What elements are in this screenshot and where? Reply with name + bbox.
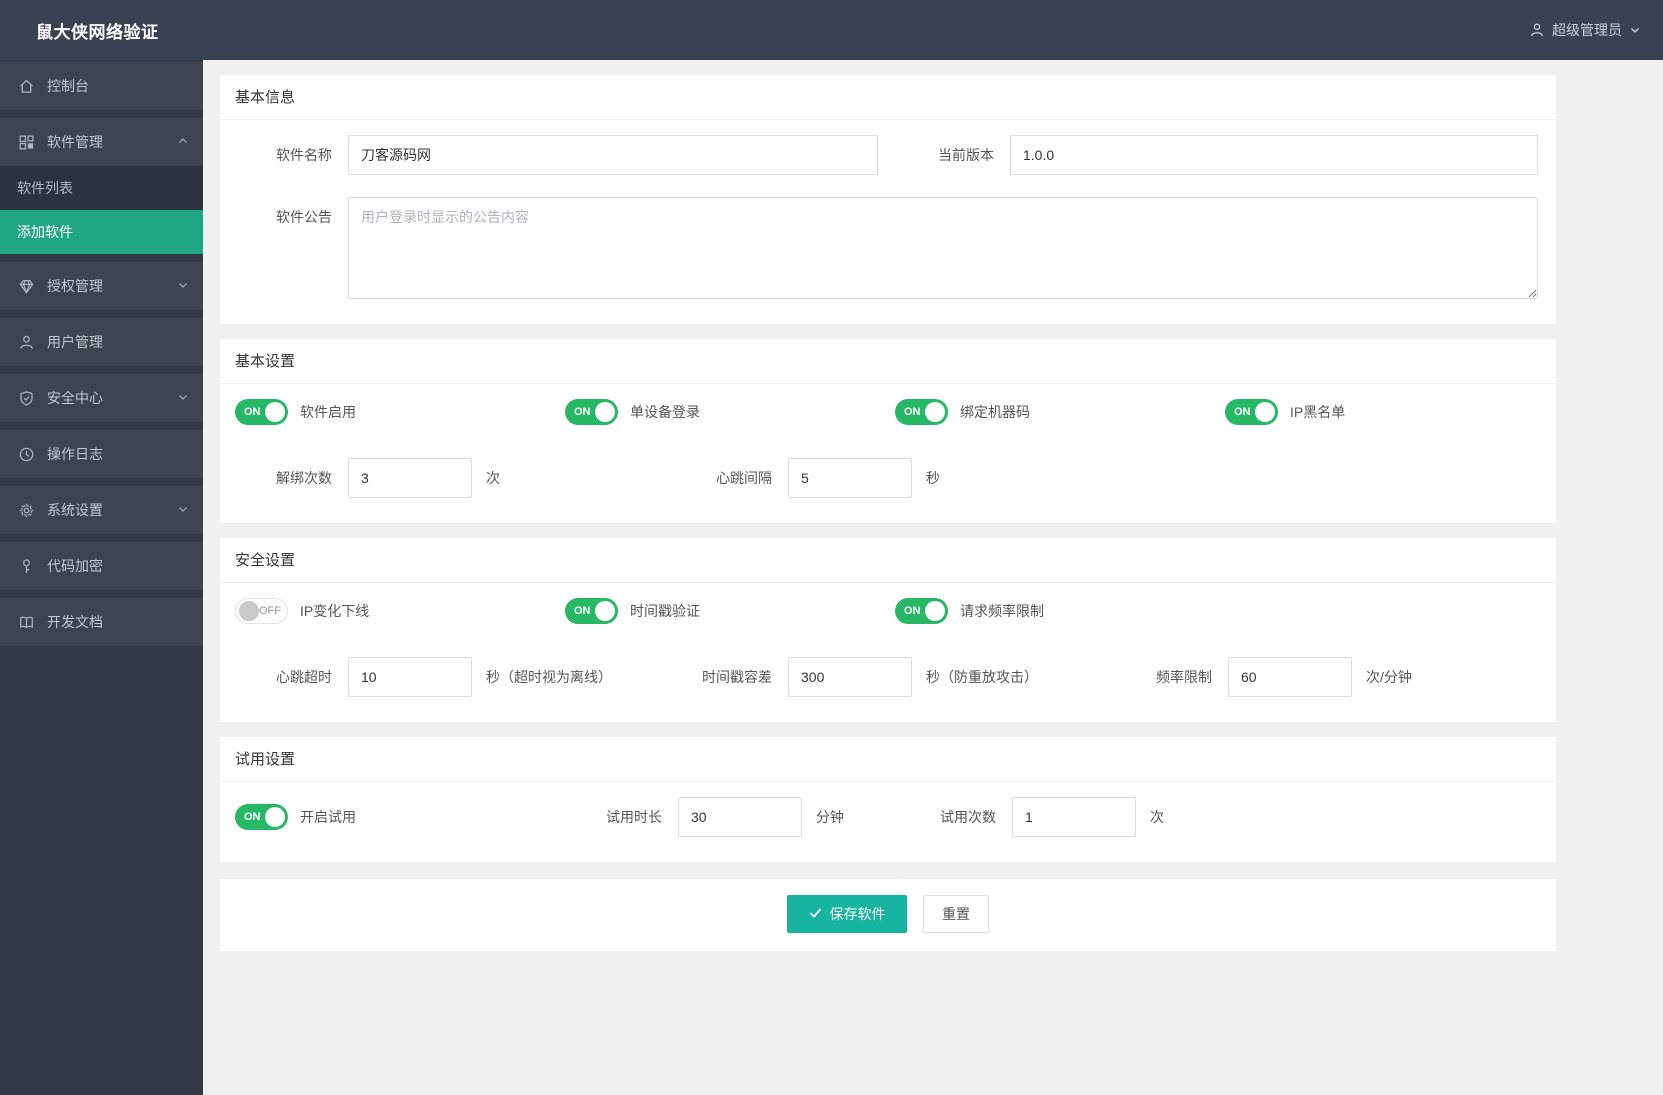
grid-icon bbox=[18, 134, 35, 151]
rate-limit-input[interactable] bbox=[1228, 657, 1352, 697]
toggle-timestamp-verify[interactable]: ON bbox=[565, 598, 618, 624]
toggle-trial-enabled[interactable]: ON bbox=[235, 804, 288, 830]
sidebar-item-license-manage[interactable]: 授权管理 bbox=[0, 262, 203, 310]
user-name: 超级管理员 bbox=[1552, 22, 1622, 38]
user-icon bbox=[18, 334, 35, 351]
current-version-label: 当前版本 bbox=[938, 147, 994, 163]
section-title: 试用设置 bbox=[220, 737, 1556, 782]
heartbeat-timeout-input[interactable] bbox=[348, 657, 472, 697]
clock-icon bbox=[18, 446, 35, 463]
heartbeat-timeout-suffix: 秒（超时视为离线） bbox=[486, 669, 612, 685]
sidebar-item-label: 开发文档 bbox=[47, 614, 103, 630]
sidebar-item-label: 代码加密 bbox=[47, 558, 103, 574]
basic-info-card: 基本信息 软件名称 当前版本 软件公告 bbox=[220, 75, 1556, 324]
sidebar-group-software: 软件管理 软件列表 添加软件 bbox=[0, 118, 203, 254]
trial-settings-card: 试用设置 ON 开启试用 试用时长 分钟 试用次数 bbox=[220, 737, 1556, 862]
section-title: 基本信息 bbox=[220, 75, 1556, 120]
sidebar-item-label: 软件列表 bbox=[17, 180, 73, 196]
trial-duration-input[interactable] bbox=[678, 797, 802, 837]
chevron-down-icon bbox=[177, 502, 189, 518]
sidebar-item-security-center[interactable]: 安全中心 bbox=[0, 374, 203, 422]
basic-settings-card: 基本设置 ON 软件启用 ON 单设备登录 ON 绑定机器码 ON IP黑名单 … bbox=[220, 339, 1556, 523]
toggle-label: 单设备登录 bbox=[630, 404, 700, 420]
software-name-label: 软件名称 bbox=[276, 147, 332, 163]
shield-check-icon bbox=[18, 390, 35, 407]
sidebar-item-operation-log[interactable]: 操作日志 bbox=[0, 430, 203, 478]
section-title: 基本设置 bbox=[220, 339, 1556, 384]
chevron-down-icon bbox=[177, 278, 189, 294]
software-notice-label: 软件公告 bbox=[276, 209, 332, 225]
book-icon bbox=[18, 614, 35, 631]
sidebar-item-label: 授权管理 bbox=[47, 278, 103, 294]
unbind-count-suffix: 次 bbox=[486, 470, 500, 486]
sidebar-item-system-settings[interactable]: 系统设置 bbox=[0, 486, 203, 534]
toggle-label: IP黑名单 bbox=[1290, 404, 1346, 420]
toggle-label: 绑定机器码 bbox=[960, 404, 1030, 420]
main-content: 基本信息 软件名称 当前版本 软件公告 基本设置 ON bbox=[203, 60, 1663, 1095]
toggle-label: 时间戳验证 bbox=[630, 603, 700, 619]
sidebar-item-user-manage[interactable]: 用户管理 bbox=[0, 318, 203, 366]
toggle-label: IP变化下线 bbox=[300, 603, 370, 619]
rate-limit-suffix: 次/分钟 bbox=[1366, 669, 1412, 685]
toggle-label: 请求频率限制 bbox=[960, 603, 1044, 619]
chevron-up-icon bbox=[177, 134, 189, 150]
sidebar-item-console[interactable]: 控制台 bbox=[0, 62, 203, 110]
trial-count-label: 试用次数 bbox=[940, 809, 996, 825]
chevron-down-icon bbox=[1629, 24, 1641, 36]
current-version-input[interactable] bbox=[1010, 135, 1538, 175]
actions-card: 保存软件 重置 bbox=[220, 879, 1556, 951]
toggle-software-enabled[interactable]: ON bbox=[235, 399, 288, 425]
save-software-button[interactable]: 保存软件 bbox=[787, 895, 907, 933]
heartbeat-timeout-label: 心跳超时 bbox=[276, 669, 332, 685]
chevron-down-icon bbox=[177, 390, 189, 406]
gear-icon bbox=[18, 502, 35, 519]
trial-duration-suffix: 分钟 bbox=[816, 809, 844, 825]
diamond-icon bbox=[18, 278, 35, 295]
unbind-count-input[interactable] bbox=[348, 458, 472, 498]
trial-count-input[interactable] bbox=[1012, 797, 1136, 837]
toggle-label: 开启试用 bbox=[300, 809, 356, 825]
check-icon bbox=[809, 906, 822, 922]
heartbeat-interval-input[interactable] bbox=[788, 458, 912, 498]
sidebar-item-add-software[interactable]: 添加软件 bbox=[0, 210, 203, 254]
trial-count-suffix: 次 bbox=[1150, 809, 1164, 825]
sidebar-item-software-manage[interactable]: 软件管理 bbox=[0, 118, 203, 166]
toggle-ip-blacklist[interactable]: ON bbox=[1225, 399, 1278, 425]
top-bar: 鼠大侠网络验证 超级管理员 bbox=[0, 0, 1663, 60]
sidebar-item-label: 添加软件 bbox=[17, 224, 73, 240]
person-icon bbox=[1529, 22, 1545, 38]
sidebar: 控制台 软件管理 软件列表 添加软件 授权管理 用户管理 安全中心 操作日志 系… bbox=[0, 60, 203, 1095]
toggle-ip-change-offline[interactable]: OFF bbox=[235, 598, 288, 624]
software-name-input[interactable] bbox=[348, 135, 878, 175]
home-icon bbox=[18, 78, 35, 95]
user-menu[interactable]: 超级管理员 bbox=[1529, 20, 1663, 40]
timestamp-tolerance-suffix: 秒（防重放攻击） bbox=[926, 669, 1038, 685]
sidebar-item-label: 操作日志 bbox=[47, 446, 103, 462]
rate-limit-label: 频率限制 bbox=[1156, 669, 1212, 685]
section-title: 安全设置 bbox=[220, 538, 1556, 583]
sidebar-item-dev-docs[interactable]: 开发文档 bbox=[0, 598, 203, 646]
heartbeat-interval-suffix: 秒 bbox=[926, 470, 940, 486]
sidebar-item-label: 系统设置 bbox=[47, 502, 103, 518]
app-logo: 鼠大侠网络验证 bbox=[36, 22, 159, 42]
timestamp-tolerance-label: 时间戳容差 bbox=[702, 669, 772, 685]
toggle-bind-machine-code[interactable]: ON bbox=[895, 399, 948, 425]
unbind-count-label: 解绑次数 bbox=[276, 470, 332, 486]
sidebar-item-label: 软件管理 bbox=[47, 134, 103, 150]
reset-button[interactable]: 重置 bbox=[923, 895, 989, 933]
software-notice-textarea[interactable] bbox=[348, 197, 1538, 299]
toggle-single-device-login[interactable]: ON bbox=[565, 399, 618, 425]
toggle-rate-limit[interactable]: ON bbox=[895, 598, 948, 624]
trial-duration-label: 试用时长 bbox=[606, 809, 662, 825]
sidebar-item-code-encrypt[interactable]: 代码加密 bbox=[0, 542, 203, 590]
key-icon bbox=[18, 558, 35, 575]
sidebar-item-label: 控制台 bbox=[47, 78, 89, 94]
sidebar-item-software-list[interactable]: 软件列表 bbox=[0, 166, 203, 210]
security-settings-card: 安全设置 OFF IP变化下线 ON 时间戳验证 ON 请求频率限制 心跳超时 … bbox=[220, 538, 1556, 722]
heartbeat-interval-label: 心跳间隔 bbox=[716, 470, 772, 486]
sidebar-item-label: 用户管理 bbox=[47, 334, 103, 350]
toggle-label: 软件启用 bbox=[300, 404, 356, 420]
timestamp-tolerance-input[interactable] bbox=[788, 657, 912, 697]
sidebar-item-label: 安全中心 bbox=[47, 390, 103, 406]
